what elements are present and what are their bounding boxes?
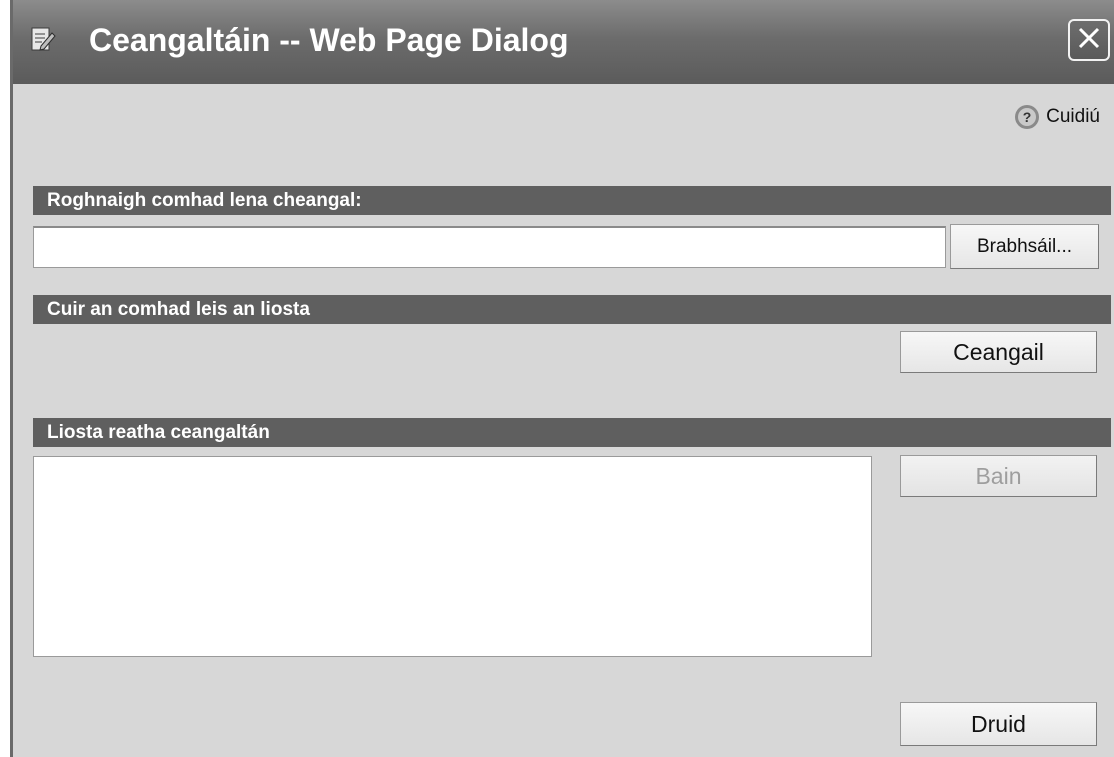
remove-button: Bain (900, 455, 1097, 497)
attach-button[interactable]: Ceangail (900, 331, 1097, 373)
browse-button[interactable]: Brabhsáil... (950, 224, 1099, 269)
window-title: Ceangaltáin -- Web Page Dialog (89, 22, 569, 58)
close-x-icon (1076, 25, 1102, 56)
attachments-listbox[interactable] (33, 456, 872, 657)
title-bar[interactable]: Ceangaltáin -- Web Page Dialog (13, 0, 1114, 84)
section-header-choose-file: Roghnaigh comhad lena cheangal: (33, 186, 1111, 215)
question-circle-icon: ? (1014, 104, 1040, 130)
attachments-dialog: Ceangaltáin -- Web Page Dialog ? Cuidiú … (10, 0, 1114, 757)
file-path-input[interactable] (33, 226, 946, 268)
close-button[interactable]: Druid (900, 702, 1097, 746)
window-close-button[interactable] (1068, 19, 1110, 61)
section-header-add-to-list: Cuir an comhad leis an liosta (33, 295, 1111, 324)
svg-text:?: ? (1023, 109, 1032, 125)
page-edit-icon (27, 24, 57, 54)
help-link[interactable]: ? Cuidiú (1014, 104, 1100, 130)
section-header-current-list: Liosta reatha ceangaltán (33, 418, 1111, 447)
help-label: Cuidiú (1046, 106, 1100, 127)
